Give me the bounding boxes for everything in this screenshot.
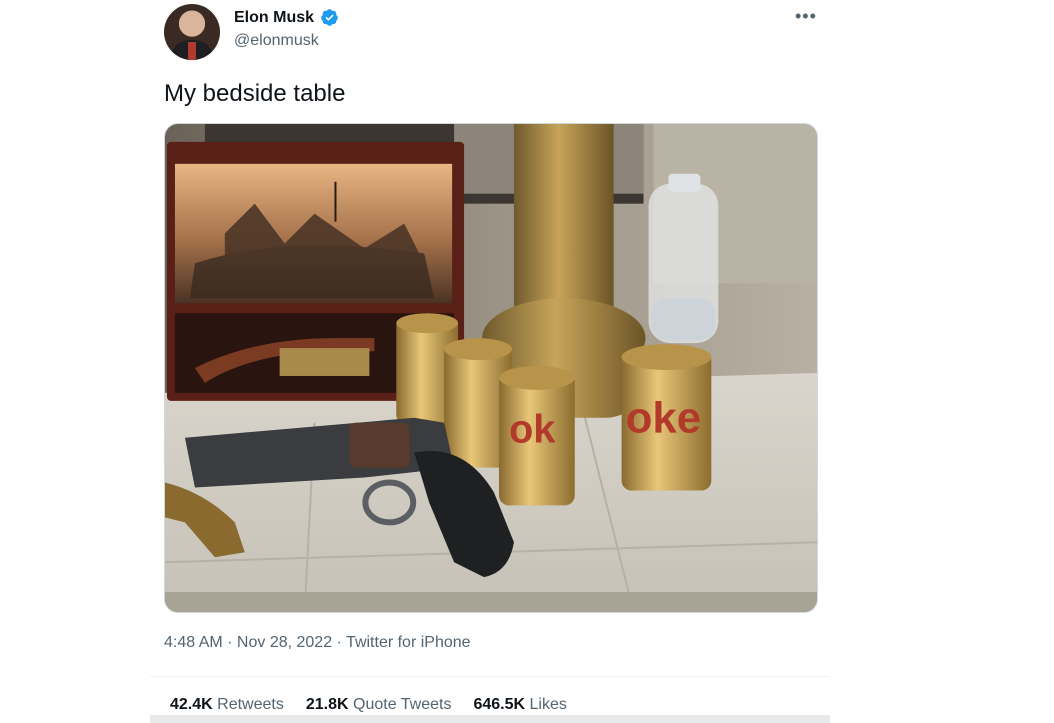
svg-text:oke: oke	[626, 394, 702, 443]
quote-tweets-label: Quote Tweets	[353, 696, 452, 713]
likes-count: 646.5K	[473, 696, 526, 713]
tweet-time[interactable]: 4:48 AM	[164, 634, 223, 651]
likes-label: Likes	[529, 696, 567, 713]
tweet-photo[interactable]: ok oke	[164, 123, 818, 613]
author-name-row: Elon Musk	[234, 8, 339, 27]
tweet-meta: 4:48 AM · Nov 28, 2022 · Twitter for iPh…	[164, 634, 471, 652]
retweets-count: 42.4K	[170, 696, 213, 713]
bedside-photo-illustration: ok oke	[165, 124, 817, 612]
divider	[150, 676, 830, 677]
likes-stat[interactable]: 646.5K Likes	[473, 696, 566, 714]
tweet-source[interactable]: Twitter for iPhone	[346, 634, 471, 651]
tweet-date[interactable]: Nov 28, 2022	[237, 634, 332, 651]
meta-separator-2: ·	[332, 634, 347, 651]
tweet-text: My bedside table	[164, 80, 346, 107]
author-name[interactable]: Elon Musk	[234, 9, 314, 27]
svg-text:ok: ok	[509, 408, 556, 452]
verified-badge-icon	[320, 8, 339, 27]
tweet-card: Elon Musk @elonmusk ••• My bedside table	[150, 0, 830, 723]
avatar[interactable]	[164, 4, 220, 60]
quote-tweets-count: 21.8K	[305, 696, 349, 713]
retweets-stat[interactable]: 42.4K Retweets	[170, 696, 284, 714]
quote-tweets-stat[interactable]: 21.8K Quote Tweets	[306, 696, 452, 714]
retweets-label: Retweets	[217, 696, 284, 713]
bottom-band	[150, 715, 830, 723]
avatar-shirt	[188, 42, 196, 60]
tweet-stats: 42.4K Retweets 21.8K Quote Tweets 646.5K…	[170, 696, 567, 714]
meta-separator-1: ·	[222, 634, 237, 651]
more-options-icon[interactable]: •••	[795, 6, 817, 27]
author-handle[interactable]: @elonmusk	[234, 32, 319, 50]
